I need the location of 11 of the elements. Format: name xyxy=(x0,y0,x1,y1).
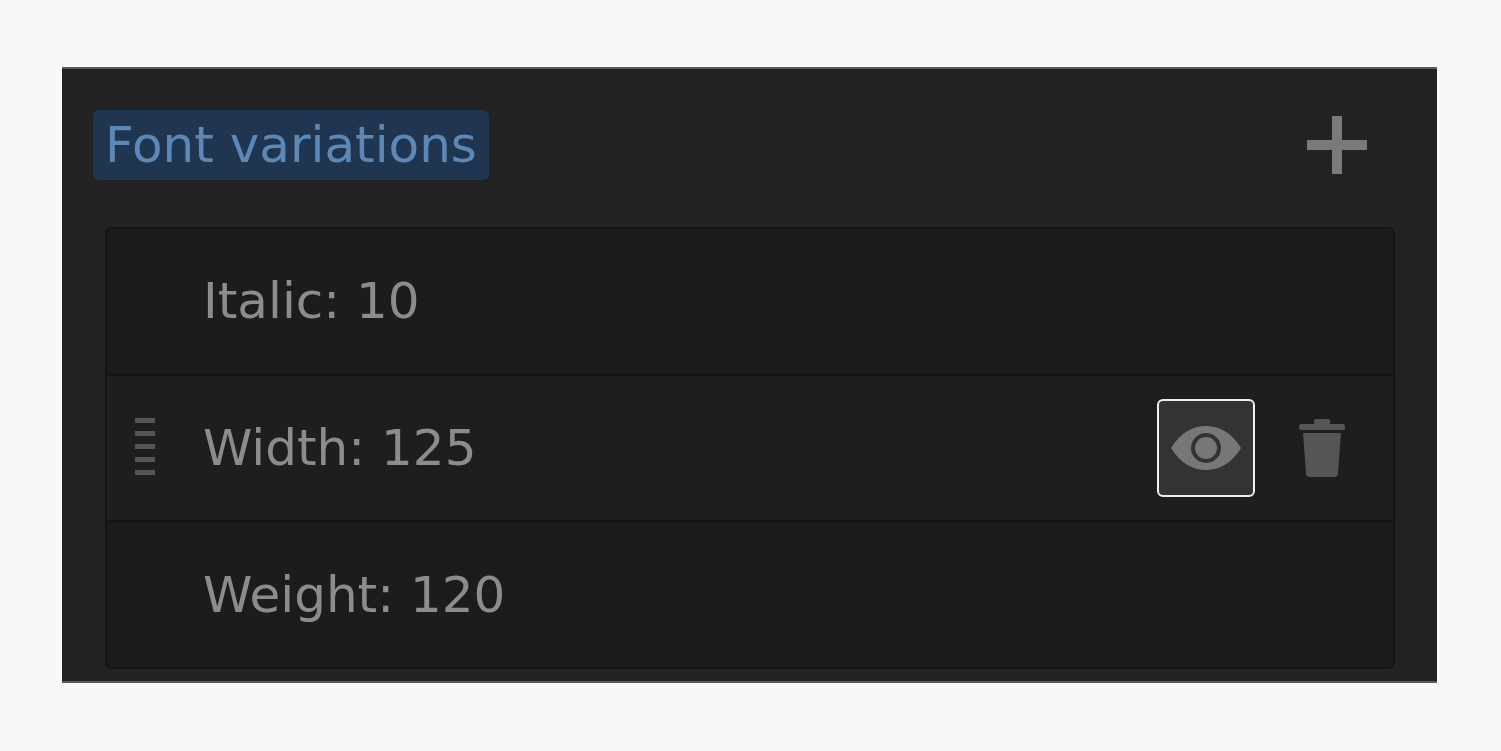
drag-handle-icon[interactable] xyxy=(135,418,155,478)
variation-row[interactable]: Italic: 10 xyxy=(107,229,1393,373)
visibility-button[interactable] xyxy=(1157,399,1255,497)
add-icon[interactable] xyxy=(1307,116,1367,174)
section-title: Font variations xyxy=(93,110,489,180)
variation-label: Weight: 120 xyxy=(203,566,507,624)
variation-row[interactable]: Weight: 120 xyxy=(107,520,1393,667)
eye-icon xyxy=(1171,426,1241,470)
trash-icon[interactable] xyxy=(1299,419,1345,477)
variation-label: Width: 125 xyxy=(203,419,478,477)
variation-label: Italic: 10 xyxy=(203,272,421,330)
